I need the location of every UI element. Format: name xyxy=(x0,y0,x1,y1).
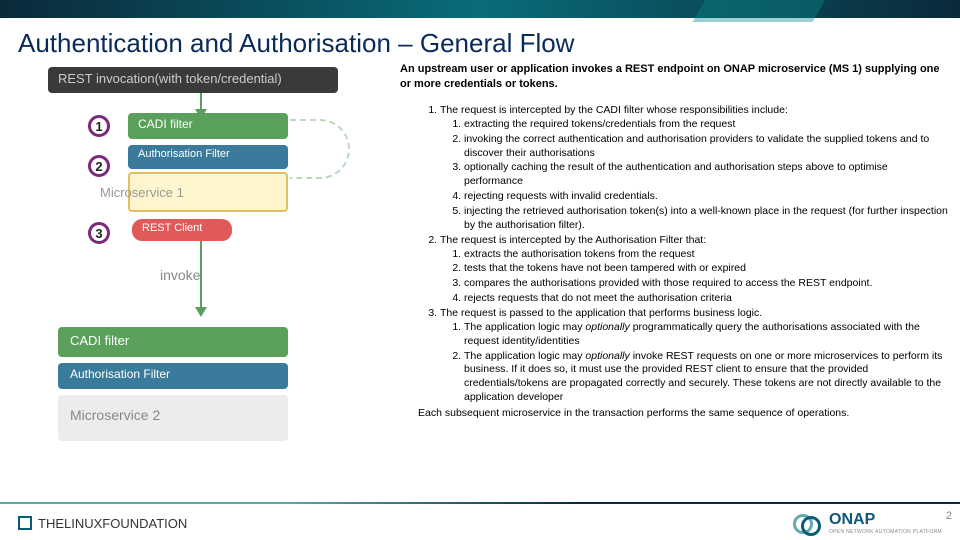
arrowhead-icon xyxy=(195,307,207,317)
auth-filter-box-1: Authorisation Filter xyxy=(128,145,288,169)
step-badge-2: 2 xyxy=(88,155,110,177)
closing-text: Each subsequent microservice in the tran… xyxy=(418,407,948,421)
invoke-label: invoke xyxy=(160,267,200,283)
step-1-3: optionally caching the result of the aut… xyxy=(464,161,948,189)
feedback-loop-icon xyxy=(290,119,350,179)
step-3-1: The application logic may optionally pro… xyxy=(464,321,948,349)
cadi-filter-box-2: CADI filter xyxy=(58,327,288,357)
step-1-2: invoking the correct authentication and … xyxy=(464,133,948,161)
step-2-2: tests that the tokens have not been tamp… xyxy=(464,262,948,276)
step-1-1: extracting the required tokens/credentia… xyxy=(464,118,948,132)
step-3-2: The application logic may optionally inv… xyxy=(464,350,948,405)
rest-invocation-box: REST invocation(with token/credential) xyxy=(48,67,338,93)
step-2-4: rejects requests that do not meet the au… xyxy=(464,292,948,306)
step-2-1: extracts the authorisation tokens from t… xyxy=(464,248,948,262)
header-bar xyxy=(0,0,960,18)
auth-filter-box-2: Authorisation Filter xyxy=(58,363,288,389)
slide-title: Authentication and Authorisation – Gener… xyxy=(0,18,960,67)
step-1: The request is intercepted by the CADI f… xyxy=(440,104,948,233)
step-badge-1: 1 xyxy=(88,115,110,137)
step-1-5: injecting the retrieved authorisation to… xyxy=(464,205,948,233)
step-3: The request is passed to the application… xyxy=(440,307,948,405)
onap-rings-icon xyxy=(793,512,821,534)
rest-client-box: REST Client xyxy=(132,219,232,241)
microservice-2-box: Microservice 2 xyxy=(58,395,288,441)
step-2-3: compares the authorisations provided wit… xyxy=(464,277,948,291)
step-2: The request is intercepted by the Author… xyxy=(440,234,948,306)
linux-foundation-logo: THELINUXFOUNDATION xyxy=(18,516,187,531)
onap-label: ONAP xyxy=(829,511,942,529)
onap-logo-block: ONAP OPEN NETWORK AUTOMATION PLATFORM xyxy=(793,511,942,535)
page-number: 2 xyxy=(946,510,952,522)
steps-list: The request is intercepted by the CADI f… xyxy=(418,104,948,421)
microservice-1-label: Microservice 1 xyxy=(100,185,184,200)
step-1-4: rejecting requests with invalid credenti… xyxy=(464,190,948,204)
footer: THELINUXFOUNDATION ONAP OPEN NETWORK AUT… xyxy=(0,506,960,540)
lf-box-icon xyxy=(18,516,32,530)
cadi-filter-box-1: CADI filter xyxy=(128,113,288,139)
onap-sub: OPEN NETWORK AUTOMATION PLATFORM xyxy=(829,529,942,535)
footer-divider xyxy=(0,502,960,504)
step-badge-3: 3 xyxy=(88,222,110,244)
